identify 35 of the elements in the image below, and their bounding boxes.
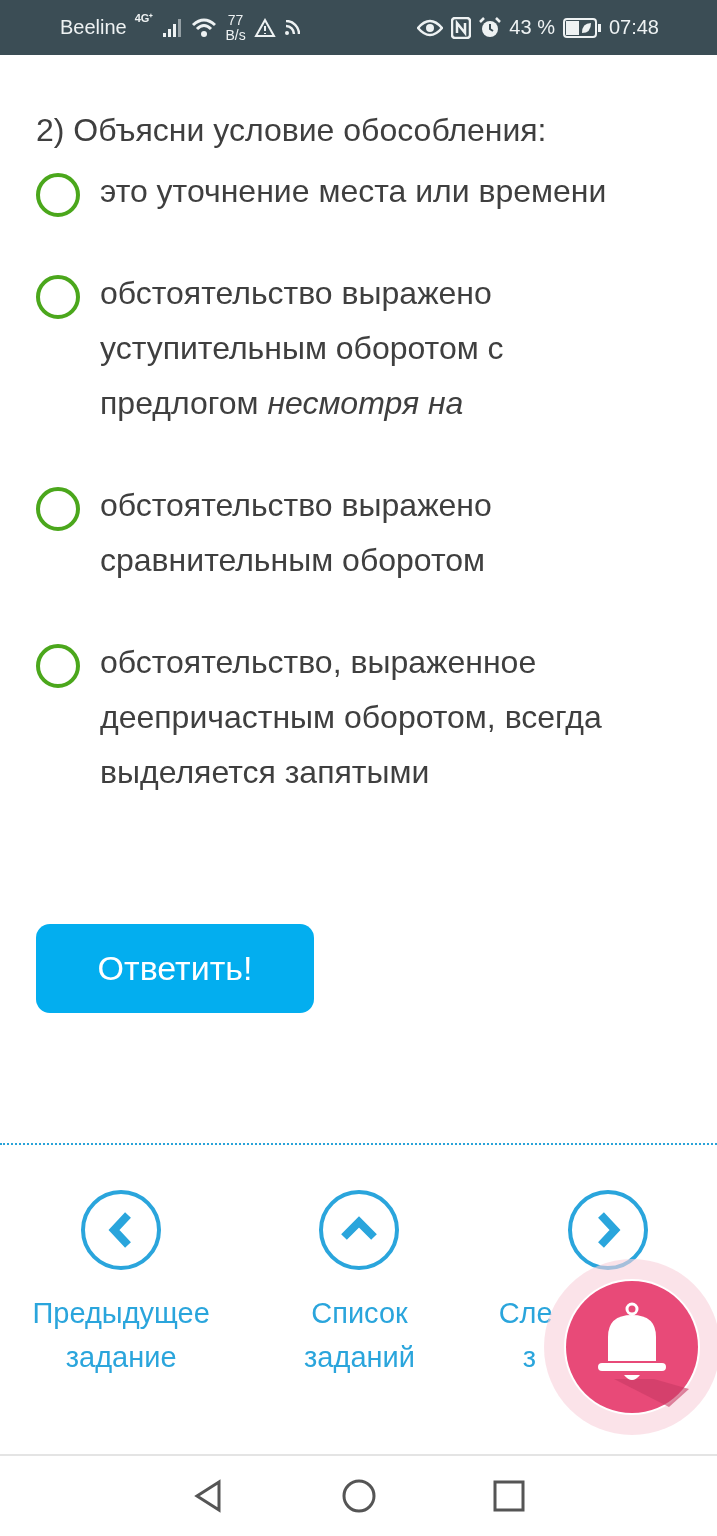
- chevron-right-icon[interactable]: [566, 1189, 649, 1271]
- speed-unit: B/s: [225, 27, 246, 43]
- warning-icon: [253, 17, 276, 38]
- signal-icon: [161, 16, 184, 39]
- rss-icon: [283, 19, 300, 36]
- nav-link[interactable]: Список: [311, 1291, 408, 1335]
- answer-button[interactable]: Ответить!: [36, 924, 314, 1013]
- nav-link[interactable]: Сле: [498, 1291, 553, 1335]
- answer-option: это уточнение места или времени: [100, 164, 607, 219]
- nav-link[interactable]: Предыдущее: [32, 1291, 210, 1335]
- radio-button[interactable]: [36, 487, 80, 531]
- battery-icon: [562, 17, 601, 38]
- answer-option: обстоятельство выражено сравнительным оборотом: [100, 478, 660, 588]
- speed-value: 77: [227, 12, 244, 28]
- nfc-icon: [451, 16, 472, 39]
- nav-link[interactable]: заданий: [304, 1335, 415, 1379]
- nav-link[interactable]: з: [522, 1335, 536, 1379]
- answer-option: обстоятельство выражено уступительным оборотом с предлогом несмотря на: [100, 266, 660, 431]
- carrier-name: Beeline: [60, 16, 127, 39]
- radio-button[interactable]: [36, 275, 80, 319]
- notification-button[interactable]: [564, 1279, 700, 1415]
- radio-button[interactable]: [36, 173, 80, 217]
- network-type: 4G⁺: [134, 11, 154, 25]
- chevron-left-icon[interactable]: [80, 1189, 163, 1271]
- clock-time: 07:48: [608, 16, 659, 39]
- nav-link[interactable]: задание: [65, 1335, 177, 1379]
- wifi-icon: [191, 16, 218, 39]
- radio-button[interactable]: [36, 644, 80, 688]
- question-title: 2) Объясни условие обособления:: [36, 111, 548, 150]
- answer-option: обстоятельство, выраженное деепричастным оборотом, всегда выделяется запятыми: [100, 635, 660, 800]
- battery-percent: 43 %: [509, 16, 555, 39]
- chevron-up-icon[interactable]: [318, 1189, 401, 1271]
- bell-icon: [564, 1279, 700, 1415]
- alarm-icon: [479, 16, 502, 39]
- eye-icon: [417, 18, 444, 37]
